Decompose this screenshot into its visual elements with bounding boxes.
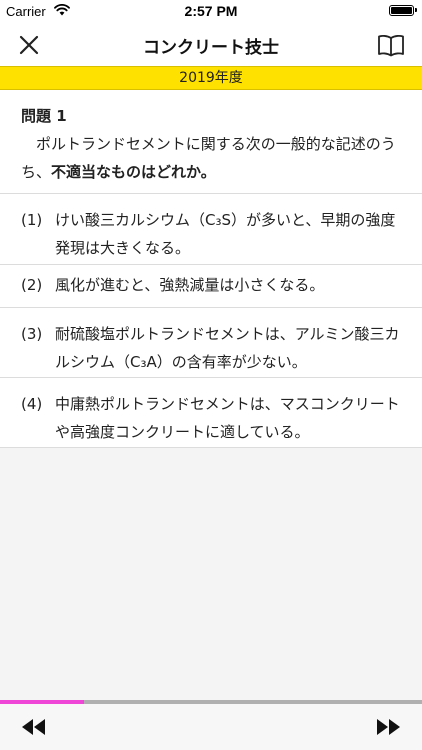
question-emphasis: 不適当なものはどれか。 [51, 163, 216, 181]
status-bar: Carrier 2:57 PM [0, 0, 422, 22]
previous-question-button[interactable] [18, 716, 48, 738]
answer-option-1[interactable]: (1) けい酸三カルシウム（C₃S）が多いと、早期の強度発現は大きくなる。 [0, 194, 422, 265]
question-number: 問題 1 [21, 107, 67, 125]
option-text: 中庸熱ポルトランドセメントは、マスコンクリートや高強度コンクリートに適している。 [55, 395, 400, 441]
navigation-bar: コンクリート技士 [0, 22, 422, 66]
book-button[interactable] [376, 30, 406, 60]
book-icon [378, 34, 404, 57]
option-number: (1) [21, 211, 43, 229]
fast-forward-icon [377, 719, 400, 735]
option-number: (4) [21, 395, 43, 413]
option-text: 耐硫酸塩ポルトランドセメントは、アルミン酸三カルシウム（C₃A）の含有率が少ない… [55, 325, 400, 371]
option-text: 風化が進むと、強熱減量は小さくなる。 [55, 276, 325, 294]
bottom-toolbar [0, 704, 422, 750]
rewind-icon [22, 719, 45, 735]
clock-time: 2:57 PM [184, 3, 238, 19]
question-block: 問題 1 ポルトランドセメントに関する次の一般的な記述のうち、不適当なものはどれ… [0, 90, 422, 194]
page-title: コンクリート技士 [143, 38, 279, 58]
answer-option-4[interactable]: (4) 中庸熱ポルトランドセメントは、マスコンクリートや高強度コンクリートに適し… [0, 378, 422, 448]
option-number: (2) [21, 276, 43, 294]
year-banner: 2019年度 [0, 66, 422, 90]
battery-icon [389, 5, 417, 16]
next-question-button[interactable] [374, 716, 404, 738]
answer-option-2[interactable]: (2) 風化が進むと、強熱減量は小さくなる。 [0, 265, 422, 308]
option-text: けい酸三カルシウム（C₃S）が多いと、早期の強度発現は大きくなる。 [55, 211, 396, 257]
question-text: ポルトランドセメントに関する次の一般的な記述のうち、不適当なものはどれか。 [21, 130, 403, 186]
option-number: (3) [21, 325, 43, 343]
answer-option-3[interactable]: (3) 耐硫酸塩ポルトランドセメントは、アルミン酸三カルシウム（C₃A）の含有率… [0, 308, 422, 378]
